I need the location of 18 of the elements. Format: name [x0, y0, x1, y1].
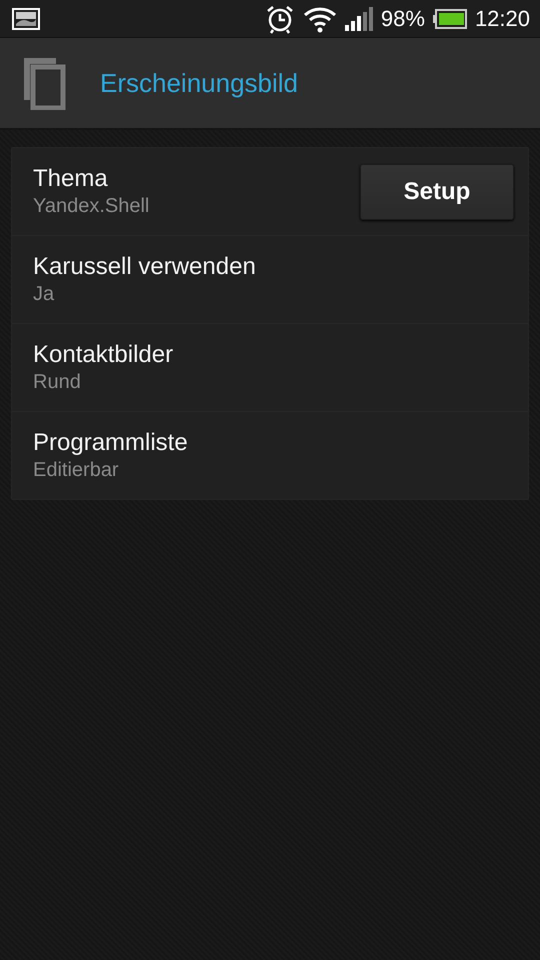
setting-value: Ja — [33, 283, 56, 306]
battery-icon — [432, 8, 467, 28]
alarm-clock-icon — [264, 4, 295, 34]
setting-title: Programmliste — [33, 429, 189, 457]
setting-value: Rund — [33, 371, 82, 394]
setting-value: Yandex.Shell — [33, 195, 150, 218]
setting-title: Thema — [33, 165, 109, 193]
clock-time: 12:20 — [474, 6, 530, 32]
setting-value: Editierbar — [33, 459, 120, 482]
setting-title: Kontaktbilder — [33, 341, 174, 369]
wifi-icon — [302, 4, 337, 32]
battery-percentage: 98% — [380, 6, 425, 32]
screen-title: Erscheinungsbild — [100, 68, 298, 98]
signal-icon — [344, 6, 373, 30]
picture-icon — [12, 8, 40, 30]
setting-title: Karussell verwenden — [33, 253, 257, 281]
stacked-pages-icon — [22, 56, 66, 110]
setup-button[interactable]: Setup — [360, 164, 514, 220]
